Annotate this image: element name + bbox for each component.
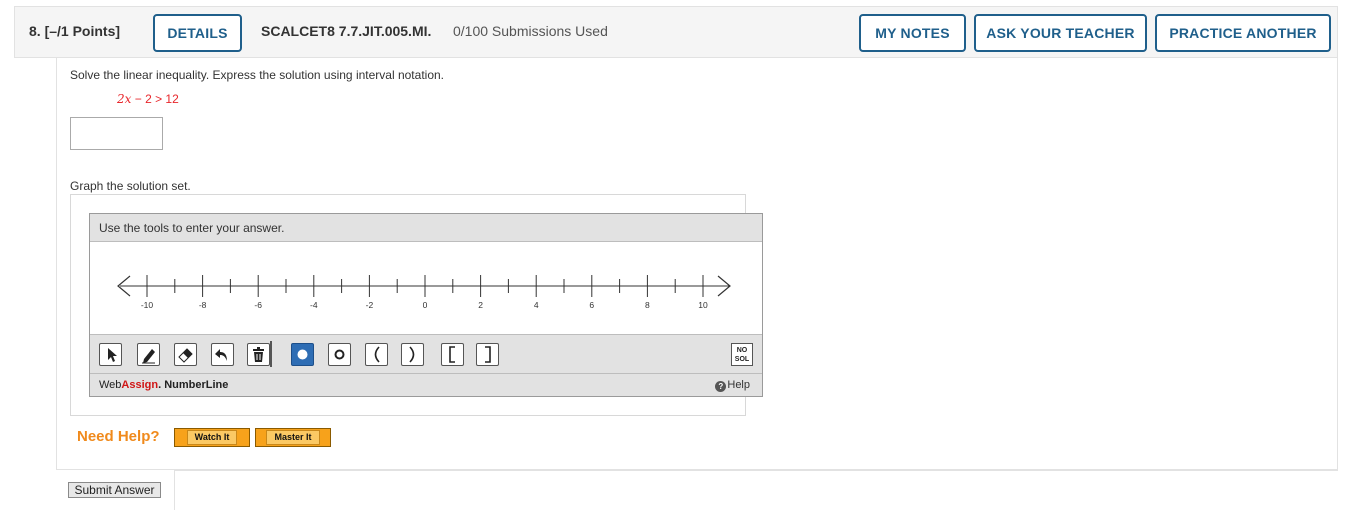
inequality: 2x − 2 > 12 bbox=[117, 92, 179, 106]
interval-answer-input[interactable] bbox=[70, 117, 163, 150]
practice-another-button[interactable]: PRACTICE ANOTHER bbox=[1155, 14, 1331, 52]
details-button[interactable]: DETAILS bbox=[153, 14, 242, 52]
eraser-icon bbox=[178, 348, 193, 363]
left-paren-icon bbox=[374, 346, 380, 363]
undo-icon bbox=[215, 349, 227, 361]
open-point-icon bbox=[334, 349, 345, 360]
pencil-icon bbox=[142, 349, 155, 364]
undo-tool[interactable] bbox=[211, 343, 234, 366]
submissions-used: 0/100 Submissions Used bbox=[453, 23, 608, 39]
numberline-axis bbox=[117, 275, 731, 297]
need-help-label: Need Help? bbox=[77, 428, 160, 445]
tick-label: -8 bbox=[199, 300, 207, 310]
question-instruction: Solve the linear inequality. Express the… bbox=[70, 68, 444, 82]
right-paren-icon bbox=[409, 346, 415, 363]
eraser-tool[interactable] bbox=[174, 343, 197, 366]
numberline-prompt: Use the tools to enter your answer. bbox=[90, 214, 762, 242]
trash-icon bbox=[253, 347, 264, 362]
tick-label: 2 bbox=[478, 300, 483, 310]
master-it-button[interactable]: Master It bbox=[255, 428, 331, 447]
numberline-toolbar: NO SOL bbox=[90, 334, 762, 374]
tick-label: -6 bbox=[254, 300, 262, 310]
submit-answer-button[interactable]: Submit Answer bbox=[68, 482, 161, 498]
no-solution-line1: NO bbox=[736, 347, 748, 354]
inequality-variable-term: 2x bbox=[117, 92, 132, 106]
left-paren-tool[interactable] bbox=[365, 343, 388, 366]
webassign-numberline-logo: WebAssign. NumberLine bbox=[99, 379, 229, 391]
question-header: 8. [–/1 Points] DETAILS SCALCET8 7.7.JIT… bbox=[14, 6, 1338, 58]
help-icon: ? bbox=[715, 381, 727, 392]
numberline-help-link[interactable]: ? Help bbox=[715, 374, 750, 396]
tick-label: 0 bbox=[423, 300, 428, 310]
numberline-footer: WebAssign. NumberLine ? Help bbox=[90, 374, 762, 396]
ask-your-teacher-button[interactable]: ASK YOUR TEACHER bbox=[974, 14, 1147, 52]
open-point-tool[interactable] bbox=[328, 343, 351, 366]
tick-label: -10 bbox=[141, 300, 154, 310]
question-number: 8. [–/1 Points] bbox=[29, 23, 121, 39]
right-bracket-icon bbox=[485, 346, 491, 363]
closed-point-icon bbox=[297, 349, 308, 360]
right-paren-tool[interactable] bbox=[401, 343, 424, 366]
toolbar-separator bbox=[270, 341, 272, 367]
left-bracket-icon bbox=[449, 346, 455, 363]
graph-instruction: Graph the solution set. bbox=[70, 179, 191, 193]
closed-point-tool[interactable] bbox=[291, 343, 314, 366]
no-solution-button[interactable]: NO SOL bbox=[731, 343, 753, 366]
trash-tool[interactable] bbox=[247, 343, 270, 366]
question-code: SCALCET8 7.7.JIT.005.MI. bbox=[261, 23, 432, 39]
tick-label: -2 bbox=[366, 300, 374, 310]
tick-label: -4 bbox=[310, 300, 318, 310]
pointer-icon bbox=[108, 348, 117, 362]
tick-label: 8 bbox=[645, 300, 650, 310]
left-bracket-tool[interactable] bbox=[441, 343, 464, 366]
tick-label: 6 bbox=[589, 300, 594, 310]
watch-it-button[interactable]: Watch It bbox=[174, 428, 250, 447]
no-solution-line2: SOL bbox=[734, 356, 750, 363]
right-bracket-tool[interactable] bbox=[476, 343, 499, 366]
my-notes-button[interactable]: MY NOTES bbox=[859, 14, 966, 52]
tick-label: 4 bbox=[534, 300, 539, 310]
numberline-canvas[interactable]: -10 -8 -6 -4 -2 0 2 4 6 8 10 bbox=[90, 242, 762, 334]
numberline-widget: Use the tools to enter your answer. -10 … bbox=[89, 213, 763, 397]
submit-area bbox=[174, 470, 1338, 510]
inequality-remainder: − 2 > 12 bbox=[131, 92, 179, 106]
pencil-tool[interactable] bbox=[137, 343, 160, 366]
pointer-tool[interactable] bbox=[99, 343, 122, 366]
tick-label: 10 bbox=[698, 300, 708, 310]
